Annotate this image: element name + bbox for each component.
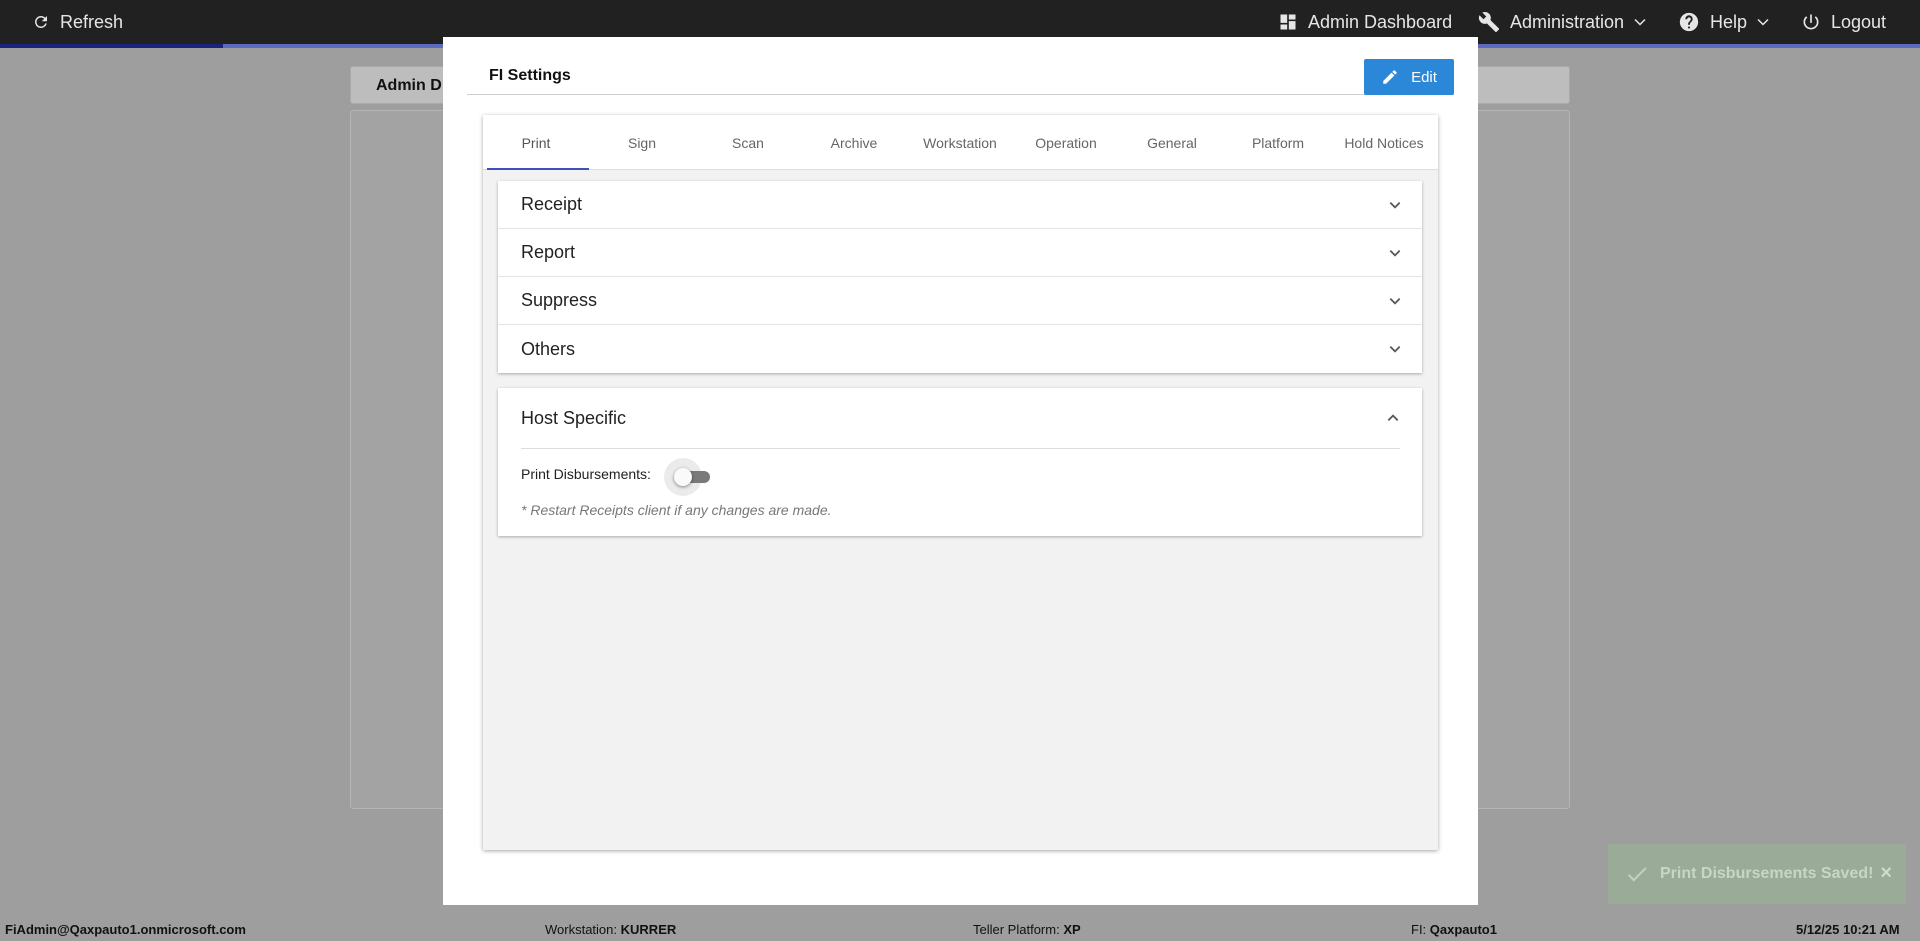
logout-button[interactable]: Logout <box>1801 0 1886 44</box>
modal-title: FI Settings <box>489 67 571 84</box>
restart-note: * Restart Receipts client if any changes… <box>521 502 832 518</box>
section-label: Suppress <box>521 290 598 310</box>
section-receipt[interactable]: Receipt <box>498 181 1422 229</box>
tab-scan[interactable]: Scan <box>695 115 801 170</box>
status-datetime: 5/12/25 10:21 AM <box>1796 922 1900 937</box>
host-specific-header[interactable]: Host Specific <box>521 388 1400 449</box>
edit-button[interactable]: Edit <box>1364 59 1454 95</box>
status-user: FiAdmin@Qaxpauto1.onmicrosoft.com <box>5 922 246 937</box>
section-suppress[interactable]: Suppress <box>498 277 1422 325</box>
administration-label: Administration <box>1510 11 1625 32</box>
refresh-icon <box>34 15 47 28</box>
administration-menu[interactable]: Administration <box>1478 0 1646 44</box>
tab-general[interactable]: General <box>1119 115 1225 170</box>
tab-workstation[interactable]: Workstation <box>907 115 1013 170</box>
status-teller-platform: Teller Platform: XP <box>973 922 1081 937</box>
chevron-down-icon <box>1389 297 1401 305</box>
host-specific-section: Host Specific Print Disbursements: * Res… <box>498 388 1422 536</box>
tab-operation[interactable]: Operation <box>1013 115 1119 170</box>
refresh-label: Refresh <box>60 11 124 32</box>
help-icon <box>1679 12 1699 32</box>
section-label: Others <box>521 338 576 359</box>
print-sections-accordion: Receipt Report Suppress Others <box>498 181 1422 373</box>
edit-label: Edit <box>1411 68 1437 86</box>
settings-tabs: Print Sign Scan Archive Workstation Oper… <box>483 115 1438 170</box>
admin-dashboard-label: Admin Dashboard <box>1308 11 1453 32</box>
teller-platform-label: Teller Platform: <box>973 922 1060 937</box>
chevron-down-icon <box>1389 201 1401 209</box>
power-icon <box>1803 14 1819 30</box>
teller-platform-value: XP <box>1063 922 1081 937</box>
tab-print[interactable]: Print <box>483 115 589 170</box>
pencil-icon <box>1383 70 1397 84</box>
help-label: Help <box>1710 11 1748 32</box>
workstation-label: Workstation: <box>545 922 618 937</box>
tab-archive[interactable]: Archive <box>801 115 907 170</box>
chevron-up-icon <box>1387 414 1399 421</box>
print-disbursements-label: Print Disbursements: <box>521 466 651 482</box>
host-specific-title: Host Specific <box>521 407 627 428</box>
section-label: Report <box>521 242 576 262</box>
help-menu[interactable]: Help <box>1678 0 1769 44</box>
tab-sign[interactable]: Sign <box>589 115 695 170</box>
chevron-down-icon <box>1757 18 1769 26</box>
chevron-down-icon <box>1389 346 1401 353</box>
success-toast: Print Disbursements Saved! × <box>1608 844 1906 904</box>
print-disbursements-toggle[interactable] <box>664 458 710 496</box>
chevron-down-icon <box>1634 18 1646 26</box>
fi-value: Qaxpauto1 <box>1429 922 1497 937</box>
settings-panel: Print Sign Scan Archive Workstation Oper… <box>483 115 1438 850</box>
workstation-value: KURRER <box>620 922 677 937</box>
logout-label: Logout <box>1831 11 1887 32</box>
wrench-icon <box>1478 12 1500 33</box>
chevron-down-icon <box>1389 249 1401 257</box>
section-label: Receipt <box>521 194 583 214</box>
section-report[interactable]: Report <box>498 229 1422 277</box>
toast-message: Print Disbursements Saved! <box>1660 865 1874 882</box>
status-bar: FiAdmin@Qaxpauto1.onmicrosoft.com Workst… <box>0 917 1920 941</box>
section-others[interactable]: Others <box>498 325 1422 373</box>
background-card-title: Admin D <box>376 77 442 94</box>
status-workstation: Workstation: KURRER <box>545 922 676 937</box>
tab-platform[interactable]: Platform <box>1225 115 1331 170</box>
fi-settings-modal: FI Settings Edit Print Sign Scan Archive… <box>443 37 1478 905</box>
toast-close-button[interactable]: × <box>1880 862 1892 885</box>
status-fi: FI: Qaxpauto1 <box>1411 922 1497 937</box>
fi-label: FI: <box>1411 922 1427 937</box>
tab-hold-notices[interactable]: Hold Notices <box>1331 115 1437 170</box>
refresh-button[interactable]: Refresh <box>32 0 123 44</box>
dashboard-icon <box>1280 14 1296 30</box>
modal-header: FI Settings Edit <box>467 59 1454 95</box>
checkmark-icon <box>1627 867 1647 882</box>
